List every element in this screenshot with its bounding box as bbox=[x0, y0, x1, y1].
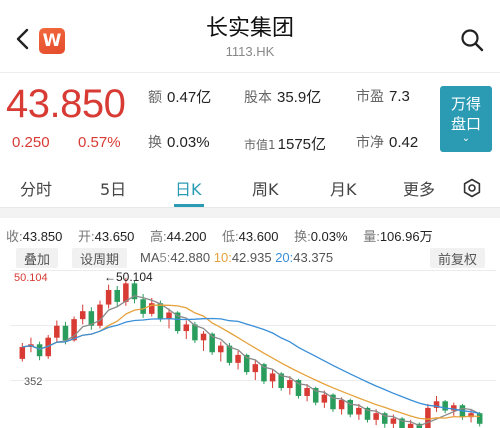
candle-body bbox=[54, 325, 60, 338]
ma20-line bbox=[22, 317, 480, 415]
open-value: 43.650 bbox=[94, 229, 135, 244]
gear-icon[interactable] bbox=[462, 178, 482, 198]
price-change: 0.250 bbox=[12, 134, 50, 151]
candle-body bbox=[476, 413, 483, 424]
stat-label: 额 bbox=[148, 90, 162, 106]
stat-label: 市净 bbox=[356, 135, 384, 151]
ma10-value: 42.935 bbox=[231, 250, 272, 265]
wind-orderbook-button[interactable]: 万得 盘口 ⌄ bbox=[440, 86, 492, 152]
header-divider bbox=[0, 72, 500, 73]
high-value: 44.200 bbox=[166, 229, 207, 244]
stat-pb: 市净 0.42 bbox=[356, 132, 418, 152]
stat-value: 0.42 bbox=[389, 134, 419, 151]
candle-body bbox=[62, 325, 69, 341]
stat-value: 7.3 bbox=[389, 88, 410, 105]
candle-body bbox=[19, 346, 26, 359]
high-label: 高: bbox=[150, 229, 167, 244]
tab-5day[interactable]: 5日 bbox=[100, 176, 126, 200]
candle-body bbox=[123, 283, 129, 302]
ma5-key: 5: bbox=[159, 250, 171, 265]
stat-mcap: 市值1 1575亿 bbox=[244, 133, 326, 154]
candle-body bbox=[235, 354, 241, 363]
stock-name: 长实集团 bbox=[205, 16, 294, 41]
candle-body bbox=[442, 401, 448, 411]
low-value: 43.600 bbox=[238, 229, 279, 244]
open-label: 开: bbox=[78, 229, 95, 244]
stat-pe: 市盈 7.3 bbox=[356, 86, 410, 106]
section-separator bbox=[0, 208, 500, 218]
candle-body bbox=[79, 311, 86, 320]
tab-weekly-k[interactable]: 周K bbox=[252, 176, 279, 200]
candle-body bbox=[36, 344, 43, 357]
ma-legend: MA5:42.880 10:42.935 20:43.375 bbox=[140, 250, 333, 265]
adjust-button[interactable]: 前复权 bbox=[430, 248, 486, 268]
ma5-value: 42.880 bbox=[170, 250, 211, 265]
ma-label: MA bbox=[140, 250, 160, 265]
price-change-pct: 0.57% bbox=[78, 134, 121, 151]
candle-body bbox=[97, 304, 103, 326]
stat-value: 1575亿 bbox=[277, 136, 327, 153]
candle-body bbox=[269, 373, 276, 382]
stat-label: 市盈 bbox=[356, 89, 384, 105]
candle-body bbox=[338, 399, 345, 410]
close-label: 收: bbox=[6, 229, 23, 244]
tab-monthly-k[interactable]: 月K bbox=[330, 176, 357, 200]
kline-svg bbox=[10, 270, 496, 428]
ma10-key: 10: bbox=[213, 250, 232, 265]
y-mid-label: 352 bbox=[24, 376, 43, 388]
chevron-down-icon: ⌄ bbox=[461, 133, 471, 144]
ma20-key: 20: bbox=[275, 250, 294, 265]
candle-body bbox=[218, 345, 224, 353]
search-icon[interactable] bbox=[460, 28, 484, 52]
candle-body bbox=[183, 324, 190, 332]
turn-value: 0.03% bbox=[310, 229, 348, 244]
tab-intraday[interactable]: 分时 bbox=[20, 176, 52, 200]
y-top-label: 50.104 bbox=[14, 272, 48, 284]
turn-label: 换: bbox=[294, 229, 311, 244]
low-label: 低: bbox=[222, 229, 239, 244]
stat-label: 市值1 bbox=[244, 138, 276, 152]
close-value: 43.850 bbox=[22, 229, 63, 244]
candles bbox=[19, 278, 483, 428]
stock-code: 1113.HK bbox=[225, 44, 275, 59]
max-marker: ←50.104 bbox=[104, 270, 153, 284]
candle-body bbox=[356, 407, 362, 415]
button-line1: 万得 bbox=[450, 95, 481, 113]
candle-body bbox=[140, 299, 146, 314]
vol-label: 量: bbox=[363, 229, 380, 244]
candle-body bbox=[105, 289, 112, 305]
candle-body bbox=[373, 413, 379, 420]
app-header: W 长实集团 1113.HK bbox=[0, 0, 500, 72]
active-tab-indicator bbox=[174, 204, 204, 207]
stat-value: 0.47亿 bbox=[167, 89, 212, 106]
stat-amount: 额 0.47亿 bbox=[148, 86, 211, 107]
candle-body bbox=[200, 333, 207, 341]
last-price: 43.850 bbox=[6, 82, 126, 126]
tab-daily-k[interactable]: 日K bbox=[175, 176, 202, 200]
set-period-button[interactable]: 设周期 bbox=[72, 248, 128, 268]
candle-body bbox=[347, 399, 354, 415]
candle-body bbox=[407, 423, 414, 428]
candle-body bbox=[304, 388, 310, 396]
stat-label: 换 bbox=[148, 135, 162, 151]
candle-body bbox=[252, 364, 259, 373]
overlay-button[interactable]: 叠加 bbox=[16, 248, 59, 268]
candle-body bbox=[321, 394, 328, 403]
candle-body bbox=[390, 418, 397, 424]
candle-body bbox=[425, 407, 431, 428]
stat-turnover: 换 0.03% bbox=[148, 132, 210, 152]
kline-chart[interactable]: 50.104 352 ←50.104 bbox=[10, 270, 496, 428]
stat-value: 0.03% bbox=[167, 134, 210, 151]
stat-value: 35.9亿 bbox=[277, 89, 322, 106]
candle-body bbox=[114, 289, 121, 302]
vol-value: 106.96万 bbox=[379, 229, 433, 244]
ma20-value: 43.375 bbox=[293, 250, 334, 265]
tab-more[interactable]: 更多 bbox=[403, 176, 435, 200]
period-tabs: 分时 5日 日K 周K 月K 更多 bbox=[0, 166, 500, 208]
button-line2: 盘口 bbox=[450, 115, 481, 133]
stat-share: 股本 35.9亿 bbox=[244, 86, 321, 107]
stat-label: 股本 bbox=[244, 90, 272, 106]
candle-body bbox=[287, 380, 293, 389]
ohlc-summary: 收:43.850 开:43.650 高:44.200 低:43.600 换:0.… bbox=[6, 226, 433, 245]
